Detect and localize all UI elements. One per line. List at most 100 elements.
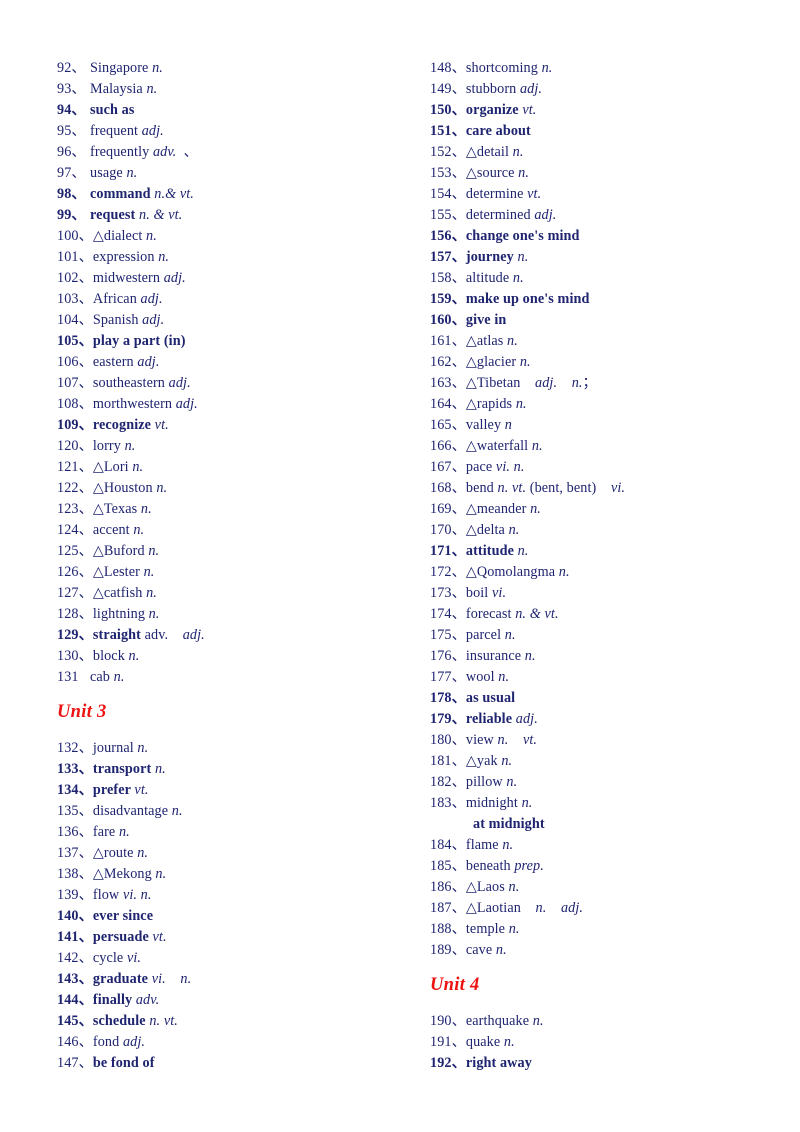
entry-part-of-speech: adj. (163, 270, 186, 286)
entry-word: △delta (465, 522, 509, 538)
vocabulary-entry: 136、fare n. (57, 822, 415, 843)
entry-tail-mark: ； (582, 375, 597, 391)
entry-number: 134、 (57, 782, 93, 798)
entry-word: shortcoming (465, 60, 542, 76)
entry-word: quake (465, 1034, 504, 1050)
entry-number: 124、 (57, 522, 93, 538)
entry-word: △dialect (92, 228, 147, 244)
entry-number: 148、 (430, 60, 466, 76)
entry-word: midnight (465, 795, 522, 811)
entry-part-of-speech-secondary: n. (571, 375, 583, 391)
entry-number: 129、 (57, 627, 93, 643)
entry-word: care about (465, 123, 531, 139)
entry-word: as usual (465, 690, 516, 706)
vocabulary-list: 148、shortcoming n. 149、stubborn adj. 150、o… (430, 58, 788, 961)
entry-word: determined (465, 207, 535, 223)
entry-part-of-speech: n. vt. (497, 732, 538, 748)
entry-part-of-speech: prep. (514, 858, 544, 874)
entry-word: △waterfall (465, 438, 532, 454)
entry-number: 161、 (430, 333, 466, 349)
entry-word: organize (465, 102, 523, 118)
entry-word: straight (92, 627, 145, 643)
entry-part-of-speech: n. (495, 942, 507, 958)
vocabulary-entry: 168、bend n. vt. (bent, bent) vi. (430, 478, 788, 499)
entry-part-of-speech: n. (512, 144, 524, 160)
entry-word: morthwestern (92, 396, 176, 412)
entry-part-of-speech: n. (506, 774, 518, 790)
entry-number: 147、 (57, 1055, 93, 1071)
vocabulary-entry: 141、persuade vt. (57, 927, 415, 948)
entry-number: 105、 (57, 333, 93, 349)
entry-word: △Mekong (92, 866, 156, 882)
vocabulary-entry: 143、graduate vi. n. (57, 969, 415, 990)
entry-word: △route (92, 845, 138, 861)
entry-number: 141、 (57, 929, 93, 945)
vocabulary-entry: 190、earthquake n. (430, 1011, 788, 1032)
entry-number: 187、 (430, 900, 466, 916)
entry-word: flow (92, 887, 123, 903)
entry-number: 122、 (57, 480, 93, 496)
vocabulary-entry: 189、cave n. (430, 940, 788, 961)
vocabulary-entry: 120、lorry n. (57, 436, 415, 457)
entry-word: ever since (92, 908, 154, 924)
entry-part-of-speech: vi. (126, 950, 142, 966)
entry-word: pace (465, 459, 496, 475)
vocabulary-list: 190、earthquake n. 191、quake n. 192、right a… (430, 1011, 788, 1074)
entry-word: journal (92, 740, 138, 756)
entry-number: 126、 (57, 564, 93, 580)
entry-number: 178、 (430, 690, 466, 706)
entry-word: △source (465, 165, 519, 181)
vocabulary-entry: 183、midnight n. (430, 793, 788, 814)
entry-number: 186、 (430, 879, 466, 895)
vocabulary-entry: 160、give in (430, 310, 788, 331)
entry-number: 150、 (430, 102, 466, 118)
vocabulary-entry: 137、△route n. (57, 843, 415, 864)
vocabulary-entry: 172、△Qomolangma n. (430, 562, 788, 583)
entry-number: 180、 (430, 732, 466, 748)
entry-part-of-speech: adv. (135, 992, 160, 1008)
entry-number: 177、 (430, 669, 466, 685)
entry-part-of-speech: n. (128, 648, 140, 664)
vocabulary-entry: 150、organize vt. (430, 100, 788, 121)
entry-part-of-speech: adj. (534, 207, 557, 223)
right-column: 148、shortcoming n. 149、stubborn adj. 150、o… (415, 58, 788, 1074)
two-column-layout: 92、 Singapore n. 93、 Malaysia n. 94、 such as 9… (40, 58, 760, 1074)
entry-word: lorry (92, 438, 125, 454)
entry-word: expression (92, 249, 159, 265)
vocabulary-entry: 128、lightning n. (57, 604, 415, 625)
entry-word: beneath (465, 858, 515, 874)
entry-gap (546, 900, 561, 916)
entry-number: 163、 (430, 375, 466, 391)
entry-word: play a part (in) (92, 333, 186, 349)
entry-word: African (92, 291, 141, 307)
entry-part-of-speech: n. (558, 564, 570, 580)
vocabulary-entry: 157、journey n. (430, 247, 788, 268)
entry-number: 167、 (430, 459, 466, 475)
entry-part-of-speech: adj. (168, 375, 191, 391)
entry-word: bend (465, 480, 498, 496)
entry-number: 132、 (57, 740, 93, 756)
vocabulary-entry: 188、temple n. (430, 919, 788, 940)
entry-number: 99、 (57, 207, 86, 223)
entry-word: fare (92, 824, 119, 840)
entry-number: 125、 (57, 543, 93, 559)
entry-part-of-speech: n. (171, 803, 183, 819)
vocabulary-entry: 145、schedule n. vt. (57, 1011, 415, 1032)
vocabulary-entry: 132、journal n. (57, 738, 415, 759)
entry-word: attitude (465, 543, 518, 559)
entry-word: persuade (92, 929, 153, 945)
vocabulary-phrase: at midnight (473, 816, 545, 832)
entry-part-of-speech: n. (137, 740, 149, 756)
vocabulary-entry: 138、△Mekong n. (57, 864, 415, 885)
vocabulary-entry: 156、change one's mind (430, 226, 788, 247)
entry-number: 174、 (430, 606, 466, 622)
vocabulary-entry: 104、Spanish adj. (57, 310, 415, 331)
entry-part-of-speech: n. (507, 333, 518, 349)
entry-word: usage (90, 165, 127, 181)
entry-number: 168、 (430, 480, 466, 496)
entry-number: 128、 (57, 606, 93, 622)
entry-part-of-speech: adj. (137, 354, 160, 370)
entry-number: 191、 (430, 1034, 466, 1050)
entry-part-of-speech: n. (504, 627, 516, 643)
vocabulary-entry: 99、 request n. & vt. (57, 205, 415, 226)
